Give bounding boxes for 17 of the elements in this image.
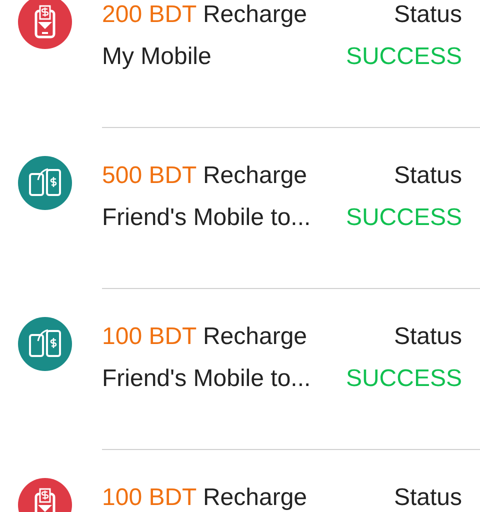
- two-phones-icon: [18, 317, 72, 371]
- status-label: Status: [394, 162, 462, 190]
- status-value: SUCCESS: [346, 204, 462, 232]
- transaction-subtitle: Friend's Mobile to...: [102, 204, 311, 232]
- status-value: SUCCESS: [346, 43, 462, 71]
- transaction-title: 100 BDT Recharge: [102, 484, 308, 512]
- status-label: Status: [394, 1, 462, 29]
- phone-dollar-icon: [18, 0, 72, 49]
- transaction-title: 500 BDT Recharge: [102, 162, 308, 190]
- transaction-subtitle: My Mobile: [102, 43, 212, 71]
- status-value: SUCCESS: [346, 365, 462, 393]
- transaction-title: 100 BDT Recharge: [102, 323, 308, 351]
- two-phones-icon: [18, 156, 72, 210]
- status-label: Status: [394, 323, 462, 351]
- transaction-subtitle: Friend's Mobile to...: [102, 365, 311, 393]
- transaction-title: 200 BDT Recharge: [102, 1, 308, 29]
- status-label: Status: [394, 484, 462, 512]
